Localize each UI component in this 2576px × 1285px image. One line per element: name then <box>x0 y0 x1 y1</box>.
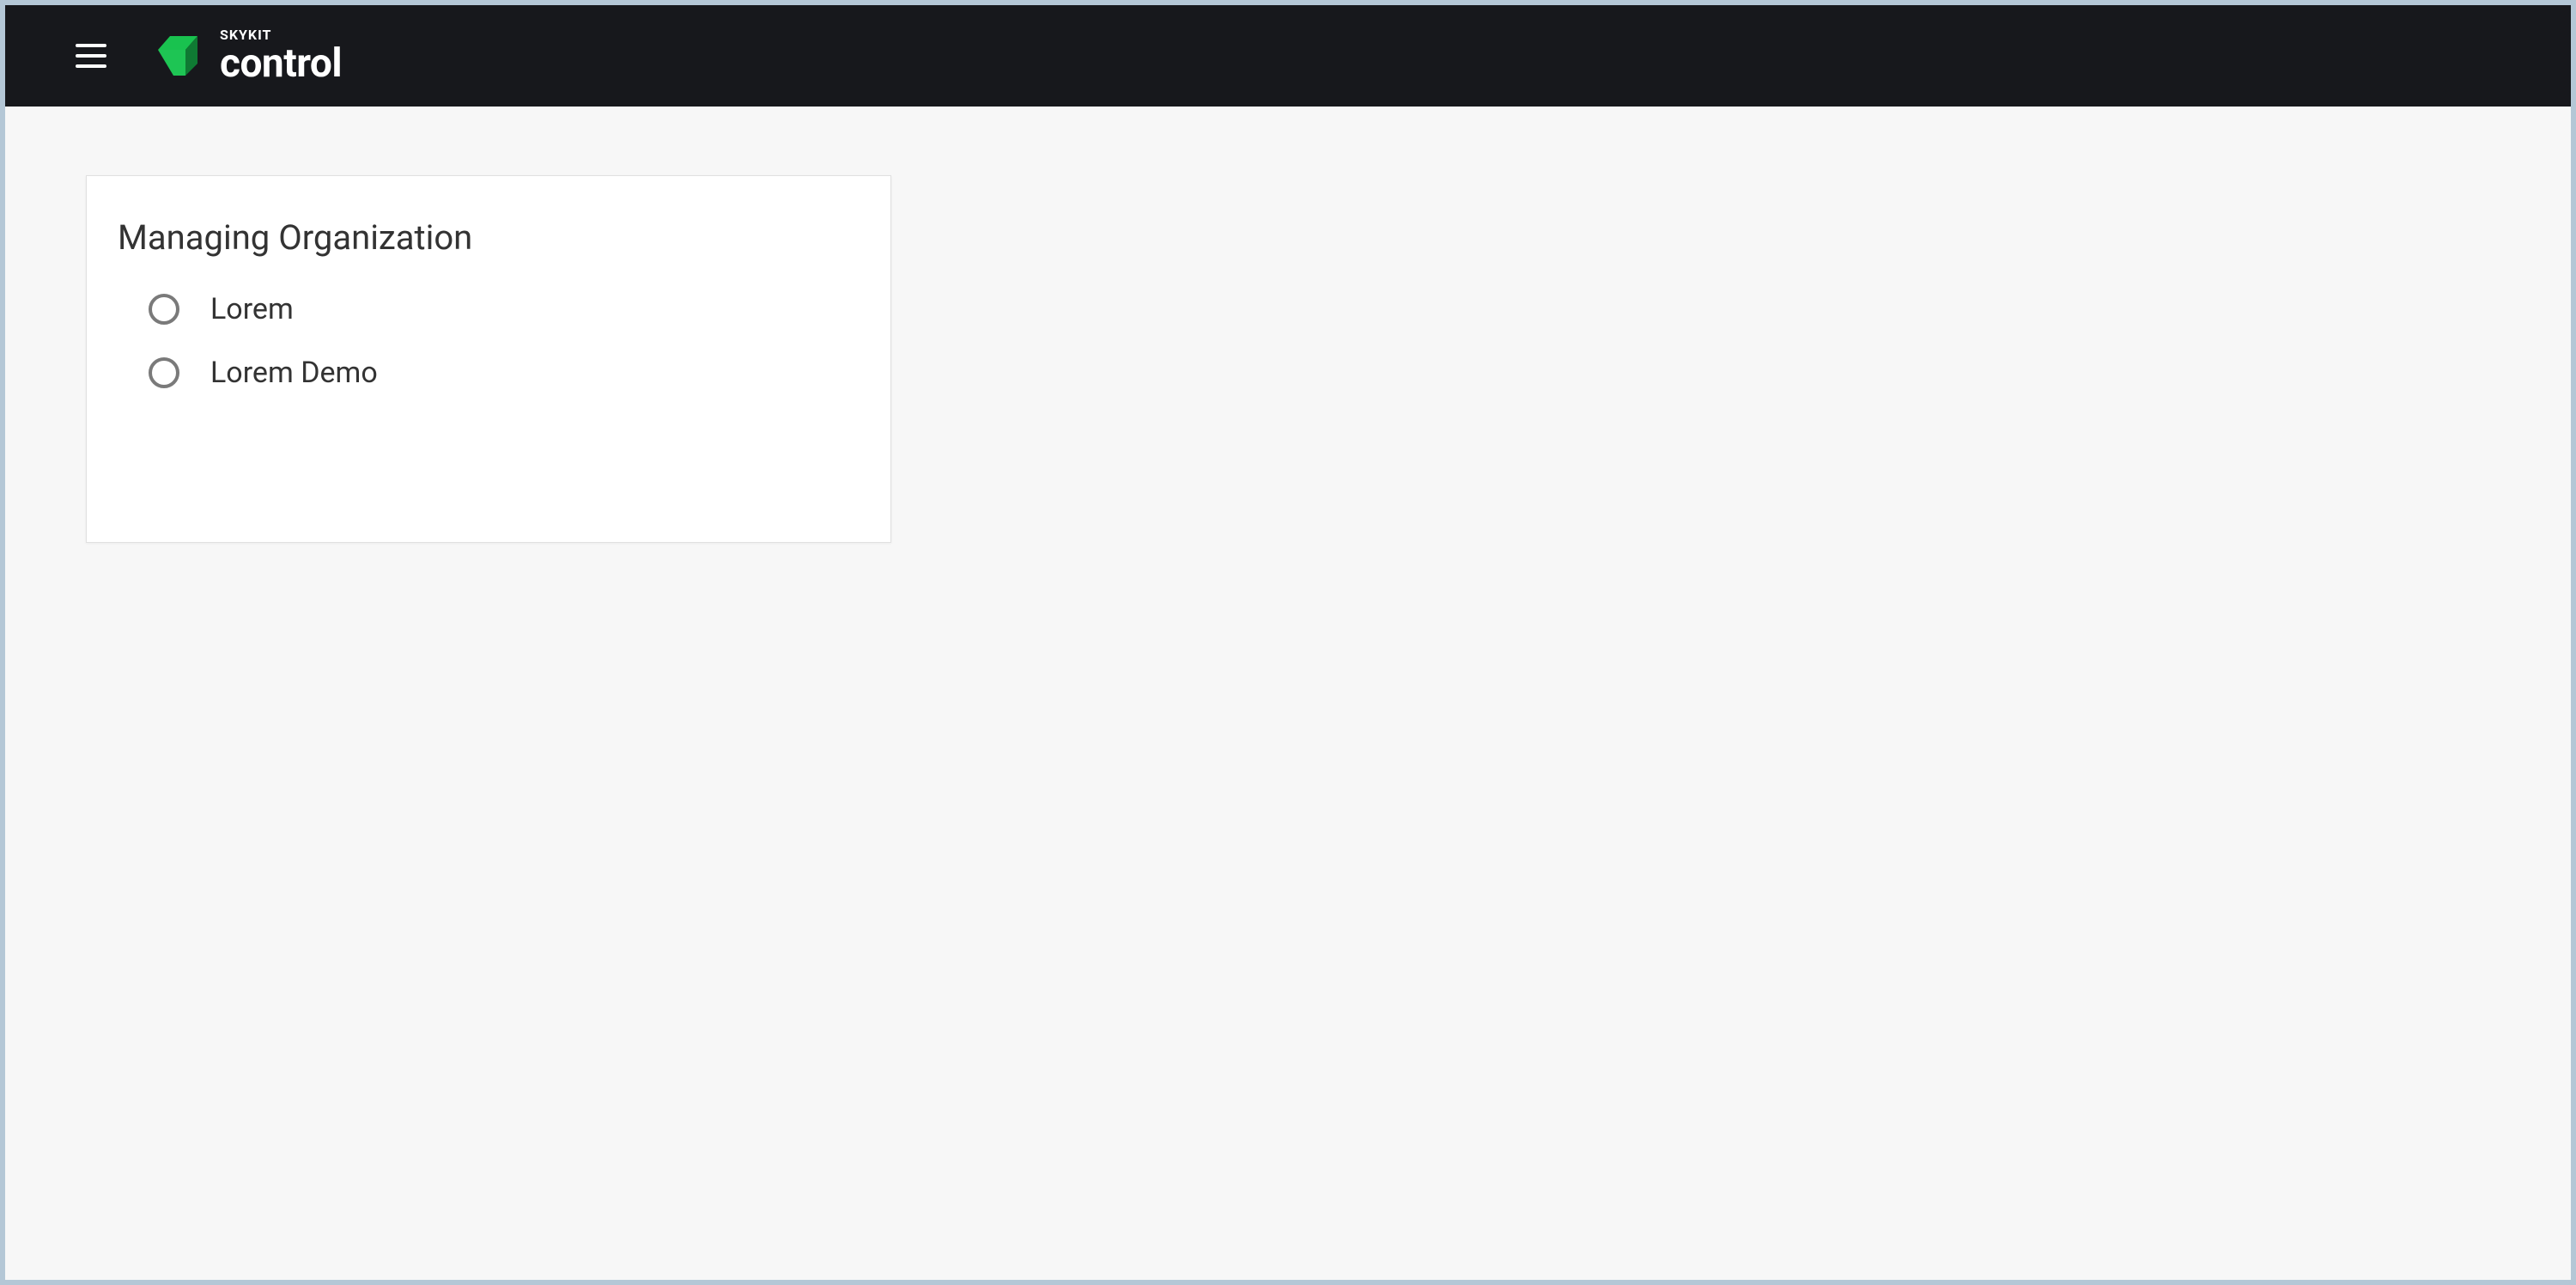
organization-radio-item[interactable]: Lorem Demo <box>149 356 860 390</box>
organization-radio-label: Lorem Demo <box>210 356 378 390</box>
card-title: Managing Organization <box>118 217 860 258</box>
hamburger-menu-icon[interactable] <box>76 44 106 68</box>
app-header: SKYKIT control <box>5 5 2571 107</box>
organization-radio-item[interactable]: Lorem <box>149 292 860 326</box>
radio-unchecked-icon <box>149 294 179 325</box>
menu-line <box>76 44 106 47</box>
main-content: Managing Organization Lorem Lorem Demo <box>5 107 2571 1280</box>
brand-logo[interactable]: SKYKIT control <box>158 28 342 83</box>
menu-line <box>76 64 106 68</box>
managing-organization-card: Managing Organization Lorem Lorem Demo <box>86 175 891 543</box>
menu-line <box>76 54 106 58</box>
organization-radio-list: Lorem Lorem Demo <box>118 292 860 390</box>
brand-text: SKYKIT control <box>220 28 342 83</box>
app-frame: SKYKIT control Managing Organization Lor… <box>0 0 2576 1285</box>
organization-radio-label: Lorem <box>210 292 294 326</box>
logo-mark-icon <box>158 31 208 81</box>
brand-name-large: control <box>220 44 342 83</box>
radio-unchecked-icon <box>149 357 179 388</box>
